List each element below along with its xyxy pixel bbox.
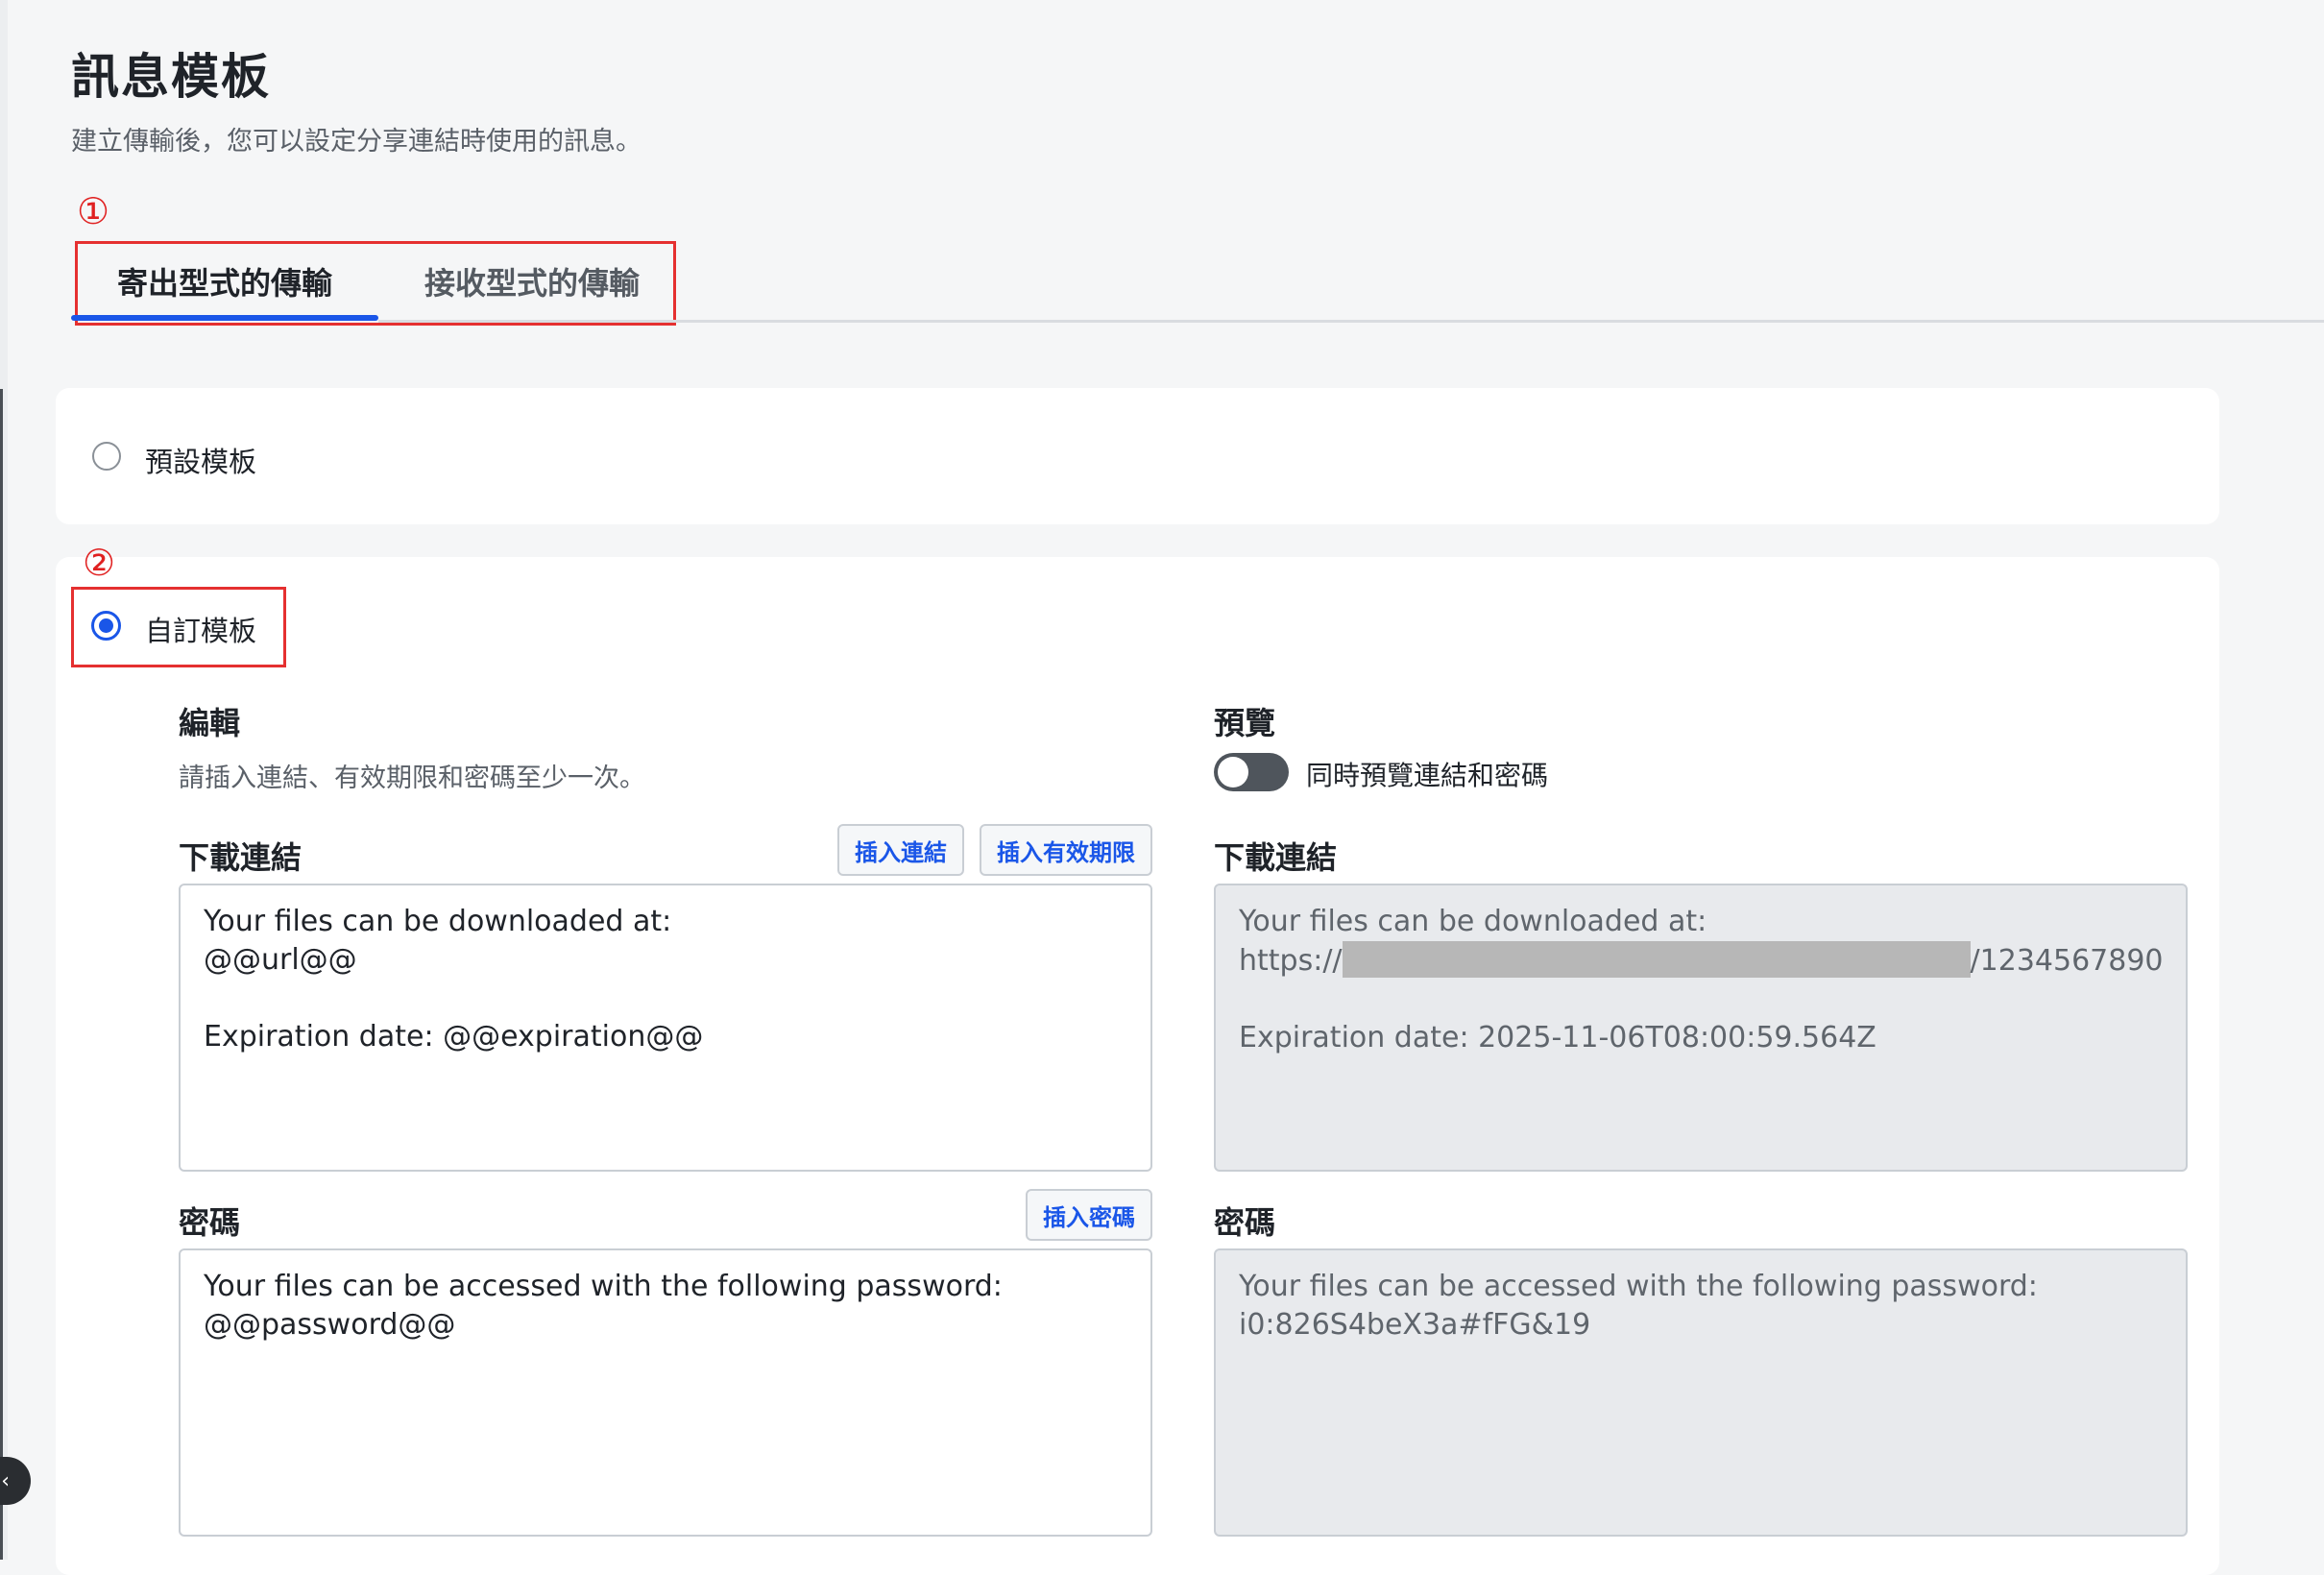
editor-password-heading: 密碼 bbox=[179, 1204, 241, 1241]
tab-incoming-transfer[interactable]: 接收型式的傳輸 bbox=[424, 259, 640, 303]
password-message-preview: Your files can be accessed with the foll… bbox=[1214, 1248, 2188, 1537]
annotation-marker-2: ② bbox=[83, 542, 116, 584]
custom-template-label[interactable]: 自訂模板 bbox=[145, 609, 256, 649]
preview-toggle-label: 同時預覽連結和密碼 bbox=[1306, 760, 1549, 791]
insert-link-button[interactable]: 插入連結 bbox=[837, 824, 964, 876]
editor-hint: 請插入連結、有效期限和密碼至少一次。 bbox=[179, 763, 645, 793]
download-message-editor[interactable]: Your files can be downloaded at: @@url@@… bbox=[179, 884, 1152, 1172]
default-template-label[interactable]: 預設模板 bbox=[145, 440, 256, 480]
download-message-preview: Your files can be downloaded at: https:/… bbox=[1214, 884, 2188, 1172]
editor-heading: 編輯 bbox=[179, 705, 241, 741]
preview-url-suffix: /1234567890 bbox=[1970, 944, 2164, 978]
annotation-marker-1: ① bbox=[77, 190, 110, 232]
custom-template-radio[interactable] bbox=[91, 611, 121, 641]
preview-heading: 預覽 bbox=[1214, 705, 1276, 741]
preview-download-heading: 下載連結 bbox=[1214, 839, 1338, 876]
tab-outgoing-transfer[interactable]: 寄出型式的傳輸 bbox=[117, 259, 332, 303]
active-tab-indicator bbox=[71, 315, 378, 321]
chevron-left-icon: ‹ bbox=[1, 1468, 10, 1493]
page-title: 訊息模板 bbox=[71, 49, 271, 105]
page-subtitle: 建立傳輸後，您可以設定分享連結時使用的訊息。 bbox=[71, 127, 642, 157]
preview-download-line: Your files can be downloaded at: bbox=[1239, 905, 1707, 938]
password-message-editor[interactable]: Your files can be accessed with the foll… bbox=[179, 1248, 1152, 1537]
insert-password-button[interactable]: 插入密碼 bbox=[1026, 1189, 1152, 1241]
left-edge bbox=[0, 0, 8, 1560]
insert-expiration-button[interactable]: 插入有效期限 bbox=[980, 824, 1152, 876]
preview-link-password-toggle[interactable] bbox=[1214, 753, 1289, 791]
sidebar-edge-line bbox=[0, 389, 3, 1560]
sidebar-collapse-button[interactable]: ‹ bbox=[0, 1457, 31, 1505]
editor-download-heading: 下載連結 bbox=[179, 839, 303, 876]
preview-password-heading: 密碼 bbox=[1214, 1204, 1276, 1241]
redacted-url-block bbox=[1342, 941, 1971, 978]
default-template-card bbox=[56, 388, 2219, 524]
preview-expiration-line: Expiration date: 2025-11-06T08:00:59.564… bbox=[1239, 1021, 1876, 1054]
preview-url-prefix: https:// bbox=[1239, 944, 1343, 978]
tabs-divider bbox=[378, 320, 2324, 323]
default-template-radio[interactable] bbox=[92, 442, 121, 471]
